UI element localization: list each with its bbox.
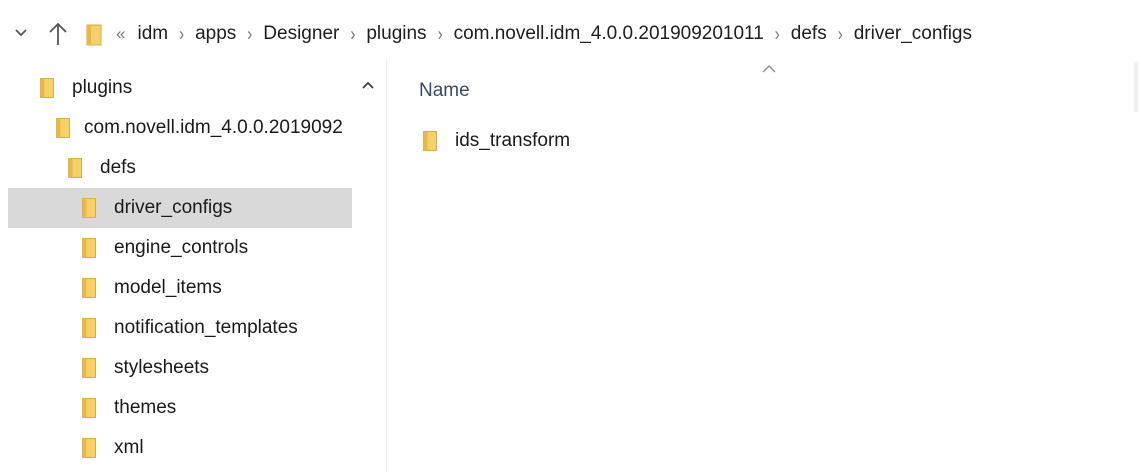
file-item-label: ids_transform xyxy=(455,130,571,151)
folder-icon xyxy=(82,198,96,218)
breadcrumb-plugins[interactable]: plugins xyxy=(364,23,428,45)
nav-item-xml[interactable]: xml xyxy=(0,428,352,468)
folder-icon xyxy=(82,358,96,378)
breadcrumb-separator-icon[interactable]: › xyxy=(838,23,843,45)
breadcrumb-designer[interactable]: Designer xyxy=(261,23,341,45)
breadcrumb-apps[interactable]: apps xyxy=(193,23,238,45)
folder-icon xyxy=(82,318,96,338)
breadcrumb-separator-icon[interactable]: › xyxy=(350,23,355,45)
file-list-pane: Name ids_transform xyxy=(387,60,1140,472)
nav-item-label: stylesheets xyxy=(114,357,210,378)
folder-icon xyxy=(82,278,96,298)
scrollbar[interactable] xyxy=(1134,62,1138,112)
nav-item-themes[interactable]: themes xyxy=(0,388,352,428)
navigation-pane: plugins com.novell.idm_4.0.0.2019092 def… xyxy=(0,60,386,472)
breadcrumb-separator-icon[interactable]: › xyxy=(247,23,252,45)
nav-item-label: model_items xyxy=(114,277,222,298)
scroll-up-chevron-icon[interactable] xyxy=(358,76,378,94)
breadcrumb-separator-icon[interactable]: › xyxy=(438,23,443,45)
folder-icon xyxy=(86,24,104,46)
folder-icon xyxy=(423,131,437,151)
breadcrumb: « idm › apps › Designer › plugins › com.… xyxy=(116,23,974,45)
sort-ascending-icon[interactable] xyxy=(761,64,777,74)
up-arrow-icon[interactable] xyxy=(44,18,72,50)
nav-item-engine-controls[interactable]: engine_controls xyxy=(0,228,352,268)
nav-item-label: engine_controls xyxy=(114,237,249,258)
folder-icon xyxy=(56,118,70,138)
nav-item-model-items[interactable]: model_items xyxy=(0,268,352,308)
address-bar: « idm › apps › Designer › plugins › com.… xyxy=(0,0,1140,60)
nav-item-plugins[interactable]: plugins xyxy=(0,68,352,108)
column-header-name[interactable]: Name xyxy=(419,80,470,102)
recent-locations-chevron-icon[interactable] xyxy=(10,22,32,44)
nav-item-label: com.novell.idm_4.0.0.2019092 xyxy=(84,117,343,138)
nav-item-label: notification_templates xyxy=(114,317,298,338)
breadcrumb-driver-configs[interactable]: driver_configs xyxy=(852,23,974,45)
nav-item-label: themes xyxy=(114,397,177,418)
breadcrumb-overflow-button[interactable]: « xyxy=(116,24,125,44)
folder-icon xyxy=(68,158,82,178)
nav-item-label: xml xyxy=(114,437,144,458)
nav-item-label: defs xyxy=(100,157,136,178)
folder-icon xyxy=(82,398,96,418)
nav-item-defs[interactable]: defs xyxy=(0,148,352,188)
nav-item-stylesheets[interactable]: stylesheets xyxy=(0,348,352,388)
folder-icon xyxy=(82,438,96,458)
file-item-ids-transform[interactable]: ids_transform xyxy=(423,126,570,156)
breadcrumb-separator-icon[interactable]: › xyxy=(179,23,184,45)
breadcrumb-com-novell-idm[interactable]: com.novell.idm_4.0.0.201909201011 xyxy=(452,23,766,45)
breadcrumb-separator-icon[interactable]: › xyxy=(775,23,780,45)
folder-icon xyxy=(82,238,96,258)
nav-item-driver-configs[interactable]: driver_configs xyxy=(8,188,352,228)
nav-item-label: plugins xyxy=(72,77,133,98)
nav-item-com-novell-idm[interactable]: com.novell.idm_4.0.0.2019092 xyxy=(0,108,352,148)
nav-item-label: driver_configs xyxy=(114,197,233,218)
breadcrumb-defs[interactable]: defs xyxy=(789,23,829,45)
folder-icon xyxy=(40,78,54,98)
breadcrumb-idm[interactable]: idm xyxy=(135,23,170,45)
nav-item-notification-templates[interactable]: notification_templates xyxy=(0,308,352,348)
